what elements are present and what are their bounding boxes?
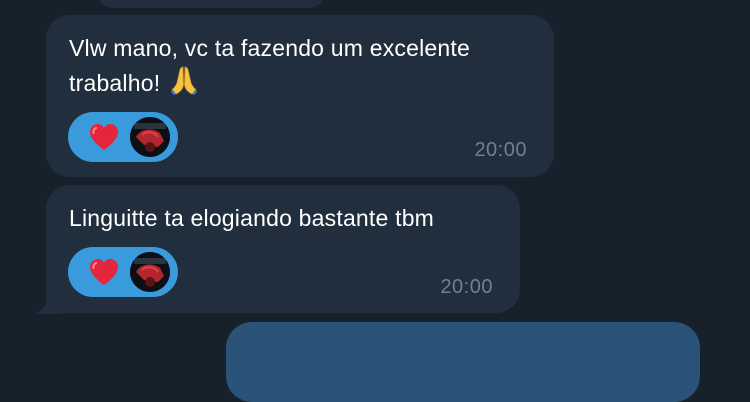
message-text: Vlw mano, vc ta fazendo um excelente tra… xyxy=(69,32,470,104)
pray-icon xyxy=(170,65,197,104)
heart-icon xyxy=(90,259,118,285)
reaction-pill[interactable] xyxy=(68,112,178,162)
bubble-tail xyxy=(34,290,62,314)
message-timestamp: 20:00 xyxy=(440,276,493,298)
message-bubble[interactable]: Vlw mano, vc ta fazendo um excelente tra… xyxy=(46,15,554,177)
message-bubble[interactable]: Linguitte ta elogiando bastante tbm 20:0… xyxy=(46,185,520,313)
message-text: Linguitte ta elogiando bastante tbm xyxy=(69,205,435,231)
heart-icon xyxy=(90,124,118,150)
message-timestamp: 20:00 xyxy=(474,139,527,161)
message-text-line: Vlw mano, vc ta fazendo um excelente xyxy=(69,35,470,61)
avatar[interactable] xyxy=(130,252,170,292)
reaction-pill[interactable] xyxy=(68,247,178,297)
message-text-line: trabalho! xyxy=(69,65,470,104)
message-text-fragment: trabalho! xyxy=(69,70,167,96)
outgoing-message-bubble[interactable] xyxy=(226,322,700,402)
avatar[interactable] xyxy=(130,117,170,157)
previous-message-bubble[interactable] xyxy=(98,0,324,8)
